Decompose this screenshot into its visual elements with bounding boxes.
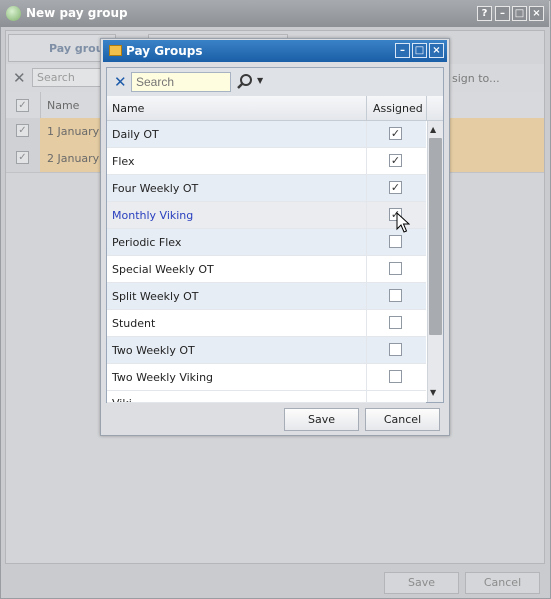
outer-save-button[interactable]: Save xyxy=(384,572,459,594)
assigned-checkbox[interactable] xyxy=(389,262,402,275)
row-name: 1 January ( xyxy=(47,125,107,138)
column-divider xyxy=(366,121,367,403)
assign-to-link[interactable]: sign to... xyxy=(452,72,500,85)
dialog-save-button[interactable]: Save xyxy=(284,408,359,431)
folder-icon xyxy=(109,45,122,56)
window-title: New pay group xyxy=(26,6,128,20)
dialog-close-button[interactable]: × xyxy=(429,43,444,58)
outer-col-name: Name xyxy=(47,99,80,112)
chevron-down-icon[interactable]: ▼ xyxy=(257,76,263,85)
assigned-checkbox[interactable] xyxy=(389,289,402,302)
clear-search-icon[interactable]: ✕ xyxy=(114,73,127,91)
dialog-maximize-button[interactable]: □ xyxy=(412,43,427,58)
row-name: Flex xyxy=(112,155,135,168)
select-all-checkbox[interactable]: ✓ xyxy=(16,99,29,112)
search-icon[interactable] xyxy=(236,73,254,94)
assigned-checkbox[interactable] xyxy=(389,316,402,329)
dialog-search-input[interactable] xyxy=(131,72,231,92)
row-name: Split Weekly OT xyxy=(112,290,199,303)
scroll-down-arrow-icon[interactable]: ▼ xyxy=(430,388,436,397)
dialog-minimize-button[interactable]: – xyxy=(395,43,410,58)
assigned-checkbox-checked[interactable]: ✓ xyxy=(389,154,402,167)
row-checkbox[interactable]: ✓ xyxy=(16,124,29,137)
maximize-button[interactable]: □ xyxy=(512,6,527,21)
assigned-checkbox[interactable] xyxy=(389,343,402,356)
row-name: Daily OT xyxy=(112,128,159,141)
row-name: Monthly Viking xyxy=(112,209,194,222)
dialog-title: Pay Groups xyxy=(126,44,203,58)
dialog-cancel-button[interactable]: Cancel xyxy=(365,408,440,431)
row-name: Periodic Flex xyxy=(112,236,182,249)
outer-cancel-button[interactable]: Cancel xyxy=(465,572,540,594)
scroll-up-arrow-icon[interactable]: ▲ xyxy=(430,125,436,134)
row-name: Two Weekly OT xyxy=(112,344,195,357)
row-name: 2 January ( xyxy=(47,152,107,165)
column-header-assigned[interactable]: Assigned xyxy=(373,102,423,115)
list-item[interactable] xyxy=(107,148,426,175)
row-name: Four Weekly OT xyxy=(112,182,199,195)
row-name: Special Weekly OT xyxy=(112,263,214,276)
assigned-checkbox-checked[interactable]: ✓ xyxy=(389,181,402,194)
header-divider xyxy=(426,96,427,120)
scrollbar-thumb[interactable] xyxy=(429,138,442,335)
row-name: Two Weekly Viking xyxy=(112,371,214,384)
column-header-name[interactable]: Name xyxy=(112,102,144,115)
assigned-checkbox-checked[interactable]: ✓ xyxy=(389,127,402,140)
app-leaf-icon xyxy=(6,6,21,21)
row-name-partial: Viki xyxy=(112,397,132,402)
row-checkbox[interactable]: ✓ xyxy=(16,151,29,164)
assigned-checkbox[interactable] xyxy=(389,370,402,383)
mouse-cursor-icon xyxy=(396,211,411,237)
row-name: Student xyxy=(112,317,156,330)
close-button[interactable]: × xyxy=(529,6,544,21)
help-button[interactable]: ? xyxy=(477,6,492,21)
minimize-button[interactable]: – xyxy=(495,6,510,21)
clear-icon[interactable]: ✕ xyxy=(13,69,26,87)
table-row-partial[interactable]: Viki xyxy=(107,391,426,403)
header-divider xyxy=(366,96,367,120)
